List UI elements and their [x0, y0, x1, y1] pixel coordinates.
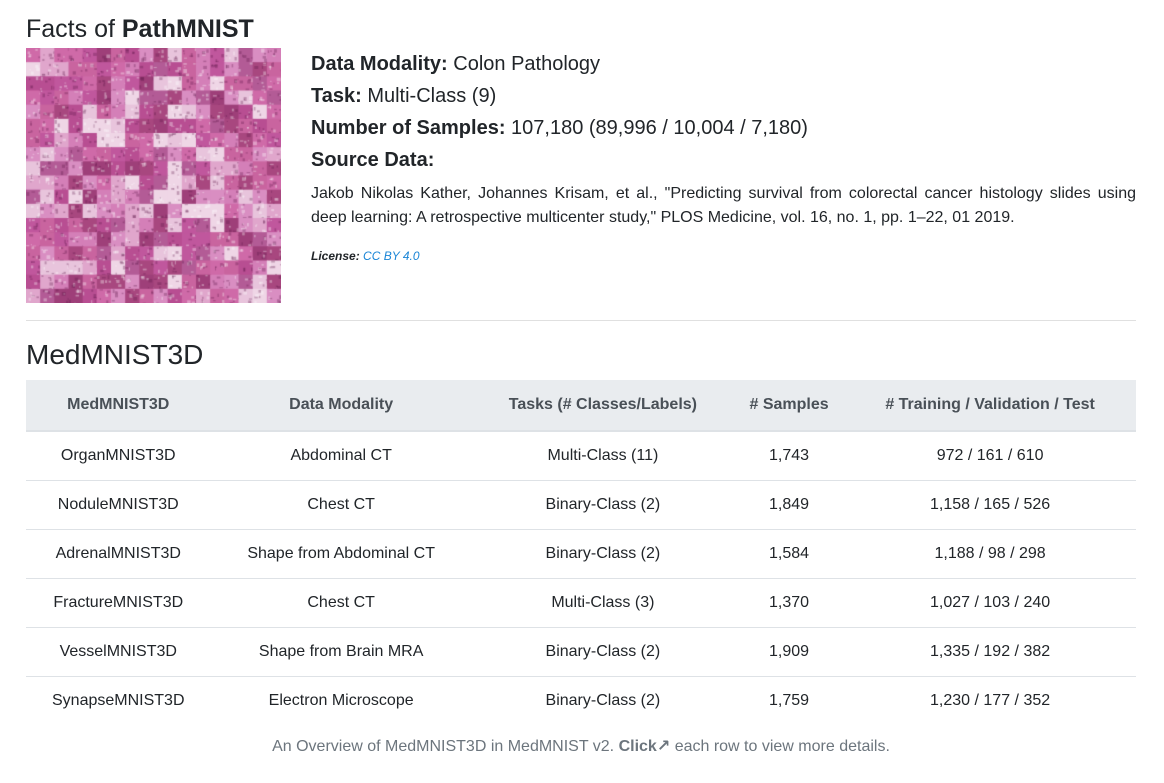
- modality-row: Data Modality: Colon Pathology: [311, 48, 1136, 80]
- cell-tasks: Binary-Class (2): [471, 627, 734, 677]
- header-split: # Training / Validation / Test: [844, 380, 1136, 432]
- cell-tasks: Binary-Class (2): [471, 480, 734, 530]
- table-row[interactable]: FractureMNIST3D Chest CT Multi-Class (3)…: [26, 578, 1136, 628]
- table-caption: An Overview of MedMNIST3D in MedMNIST v2…: [26, 736, 1136, 756]
- dataset-montage-image: [26, 48, 281, 303]
- section-title: MedMNIST3D: [26, 339, 204, 370]
- cell-modality: Shape from Brain MRA: [210, 627, 472, 677]
- source-row: Source Data:: [311, 144, 1136, 176]
- task-row: Task: Multi-Class (9): [311, 80, 1136, 112]
- facts-info: Data Modality: Colon Pathology Task: Mul…: [311, 48, 1136, 263]
- cell-samples: 1,370: [733, 578, 845, 628]
- task-value: Multi-Class (9): [367, 85, 497, 107]
- table-row[interactable]: SynapseMNIST3D Electron Microscope Binar…: [26, 677, 1136, 726]
- cell-samples: 1,743: [733, 431, 845, 481]
- license-label: License:: [311, 249, 360, 263]
- cell-tasks: Multi-Class (3): [471, 578, 734, 628]
- cell-split: 1,027 / 103 / 240: [844, 578, 1136, 628]
- modality-label: Data Modality:: [311, 53, 448, 75]
- table-row[interactable]: AdrenalMNIST3D Shape from Abdominal CT B…: [26, 529, 1136, 579]
- cell-split: 1,230 / 177 / 352: [930, 692, 1051, 709]
- cell-samples: 1,909: [733, 627, 845, 677]
- modality-value: Colon Pathology: [453, 53, 601, 75]
- task-label: Task:: [311, 85, 362, 107]
- table-row[interactable]: NoduleMNIST3D Chest CT Binary-Class (2) …: [26, 480, 1136, 530]
- cell-tasks: Binary-Class (2): [545, 692, 661, 709]
- cell-modality: Electron Microscope: [268, 692, 414, 709]
- samples-value: 107,180 (89,996 / 10,004 / 7,180): [511, 117, 808, 139]
- header-samples: # Samples: [733, 380, 845, 432]
- samples-label: Number of Samples:: [311, 117, 506, 139]
- overview-table: MedMNIST3D Data Modality Tasks (# Classe…: [26, 380, 1136, 725]
- source-citation: Jakob Nikolas Kather, Johannes Krisam, e…: [311, 185, 1136, 226]
- table-header-row: MedMNIST3D Data Modality Tasks (# Classe…: [26, 380, 1136, 432]
- license-link[interactable]: CC BY 4.0: [363, 249, 419, 263]
- table-row[interactable]: VesselMNIST3D Shape from Brain MRA Binar…: [26, 627, 1136, 677]
- facts-title: Facts of PathMNIST: [26, 0, 1136, 48]
- cell-modality: Chest CT: [210, 578, 472, 628]
- cell-split: 1,188 / 98 / 298: [844, 529, 1136, 579]
- cell-split: 1,158 / 165 / 526: [844, 480, 1136, 530]
- header-tasks: Tasks (# Classes/Labels): [471, 380, 734, 432]
- facts-panel: Data Modality: Colon Pathology Task: Mul…: [26, 48, 1136, 304]
- cell-tasks: Binary-Class (2): [471, 529, 734, 579]
- facts-title-prefix: Facts of: [26, 15, 115, 43]
- cell-modality: Shape from Abdominal CT: [210, 529, 472, 579]
- dataset-name: PathMNIST: [121, 15, 254, 43]
- table-row[interactable]: OrganMNIST3D Abdominal CT Multi-Class (1…: [26, 431, 1136, 481]
- header-dataset: MedMNIST3D: [26, 380, 211, 432]
- cell-modality: Chest CT: [210, 480, 472, 530]
- cell-split: 1,335 / 192 / 382: [844, 627, 1136, 677]
- samples-row: Number of Samples: 107,180 (89,996 / 10,…: [311, 112, 1136, 144]
- caption-click: Click↗: [618, 738, 671, 755]
- cell-tasks: Multi-Class (11): [471, 431, 734, 481]
- page-content: Facts of PathMNIST Data Modality: Colon …: [26, 0, 1136, 756]
- cell-dataset: OrganMNIST3D: [26, 431, 211, 481]
- cell-samples: 1,849: [733, 480, 845, 530]
- source-label: Source Data:: [311, 149, 435, 171]
- cell-samples: 1,584: [733, 529, 845, 579]
- cell-samples: 1,759: [769, 692, 810, 709]
- caption-prefix: An Overview of MedMNIST3D in MedMNIST v2…: [272, 738, 615, 755]
- header-modality: Data Modality: [210, 380, 472, 432]
- cell-dataset: AdrenalMNIST3D: [26, 529, 211, 579]
- cell-dataset: FractureMNIST3D: [26, 578, 211, 628]
- cell-dataset: SynapseMNIST3D: [52, 692, 185, 709]
- cell-dataset: NoduleMNIST3D: [26, 480, 211, 530]
- cell-dataset: VesselMNIST3D: [26, 627, 211, 677]
- cell-modality: Abdominal CT: [210, 431, 472, 481]
- cell-split: 972 / 161 / 610: [844, 431, 1136, 481]
- caption-suffix: each row to view more details.: [674, 738, 890, 755]
- license-row: License: CC BY 4.0: [311, 249, 1136, 263]
